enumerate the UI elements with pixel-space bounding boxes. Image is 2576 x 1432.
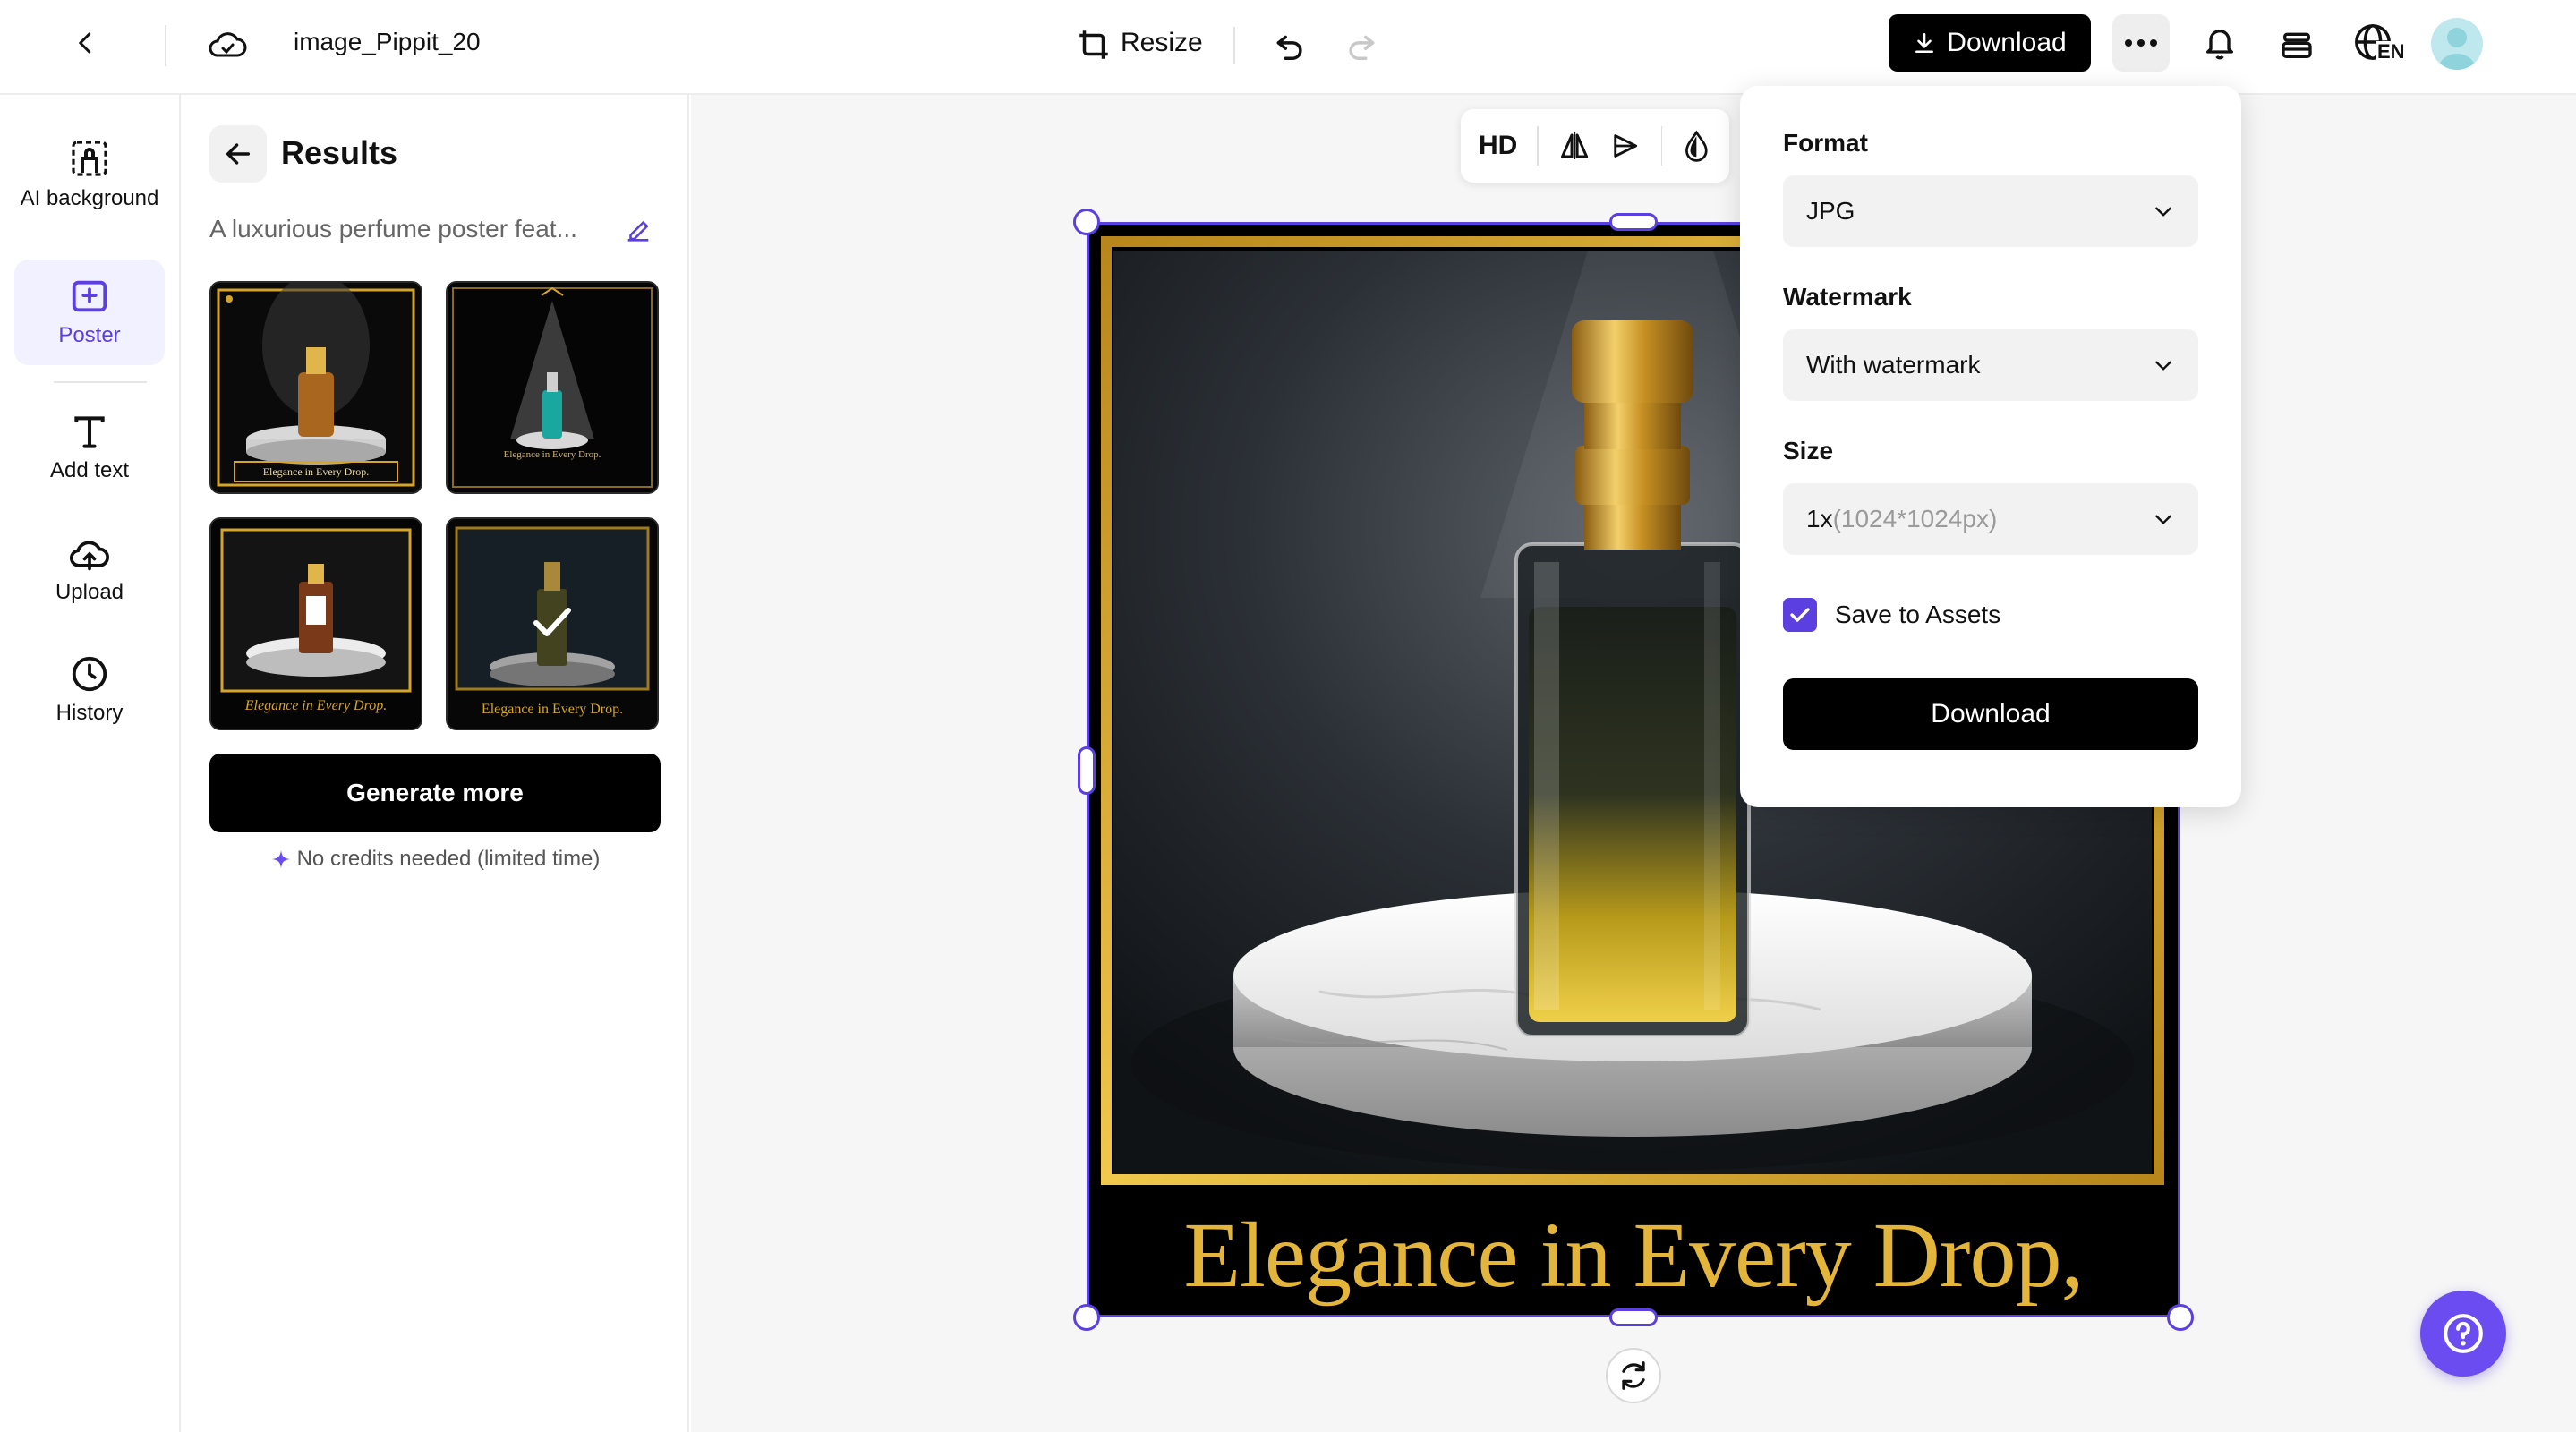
image-toolbar: HD	[1461, 109, 1729, 183]
language-code: EN	[2376, 40, 2407, 63]
arrow-left-icon	[226, 143, 251, 165]
thumbnail-caption: Elegance in Every Drop.	[262, 465, 370, 478]
rail-label: Add text	[49, 458, 130, 482]
thumbnail-caption: Elegance in Every Drop.	[244, 698, 388, 713]
generate-more-button[interactable]: Generate more	[209, 754, 661, 832]
hd-upscale-button[interactable]: HD	[1479, 131, 1517, 161]
download-label: Download	[1947, 28, 2067, 57]
rail-label: History	[55, 701, 124, 725]
divider	[165, 25, 166, 66]
left-tool-rail: AI background Poster Add text Upload His…	[0, 95, 181, 1432]
edit-pencil-icon[interactable]	[623, 215, 653, 245]
chevron-down-icon	[2155, 515, 2171, 524]
divider	[1537, 126, 1540, 166]
thumbnail-caption: Elegance in Every Drop.	[481, 702, 624, 717]
clock-icon	[72, 656, 107, 692]
resize-icon[interactable]	[1070, 23, 1117, 66]
result-thumbnail-2[interactable]: Elegance in Every Drop.	[446, 281, 659, 494]
more-options-icon[interactable]	[2112, 14, 2170, 72]
file-name[interactable]: image_Pippit_20	[294, 28, 481, 56]
selected-check-icon	[533, 608, 571, 636]
back-chevron-icon[interactable]	[64, 21, 107, 64]
poster-headline[interactable]: Elegance in Every Drop,	[1087, 1206, 2180, 1305]
rail-label: Upload	[55, 580, 124, 604]
resize-handle-bottom[interactable]	[1609, 1308, 1658, 1326]
checkmark-icon	[1790, 608, 1810, 622]
rail-label: AI background	[20, 186, 159, 210]
result-thumbnail-3[interactable]: Elegance in Every Drop.	[209, 517, 422, 730]
notification-bell-icon[interactable]	[2196, 20, 2243, 66]
watermark-value: With watermark	[1806, 351, 1981, 379]
results-title: Results	[281, 134, 398, 171]
credits-note-text: No credits needed (limited time)	[296, 847, 601, 871]
watermark-label: Watermark	[1783, 283, 1912, 311]
resize-button[interactable]: Resize	[1121, 28, 1203, 58]
results-back-button[interactable]	[209, 125, 267, 183]
results-panel: Results A luxurious perfume poster feat.…	[181, 95, 689, 1432]
language-switcher[interactable]: EN	[2352, 18, 2410, 72]
size-value: 1x	[1806, 505, 1833, 533]
avatar[interactable]	[2431, 18, 2483, 70]
save-to-assets-option[interactable]: Save to Assets	[1783, 598, 2000, 632]
credits-note: No credits needed (limited time)	[209, 847, 661, 872]
resize-handle-top[interactable]	[1609, 213, 1658, 231]
poster-icon	[72, 280, 107, 312]
upload-cloud-icon	[69, 541, 109, 571]
help-question-icon	[2444, 1314, 2483, 1353]
rail-item-ai-background[interactable]: AI background	[14, 122, 165, 227]
rail-item-upload[interactable]: Upload	[14, 517, 165, 623]
resize-handle-top-left[interactable]	[1073, 209, 1100, 235]
rail-divider	[54, 381, 147, 383]
resize-handle-bottom-right[interactable]	[2167, 1304, 2194, 1331]
rotate-handle[interactable]	[1606, 1348, 1661, 1403]
rail-item-poster[interactable]: Poster	[14, 260, 165, 365]
top-bar: image_Pippit_20 Resize Download EN	[0, 0, 2576, 95]
layers-icon[interactable]	[2273, 21, 2320, 68]
size-detail: (1024*1024px)	[1832, 505, 1998, 533]
format-value: JPG	[1806, 197, 1855, 225]
prompt-text: A luxurious perfume poster feat...	[209, 215, 577, 243]
ai-background-icon	[72, 141, 107, 176]
format-select[interactable]: JPG	[1783, 175, 2198, 247]
flip-vertical-icon[interactable]	[1610, 128, 1641, 164]
undo-icon[interactable]	[1267, 23, 1312, 68]
download-button[interactable]: Download	[1889, 14, 2091, 72]
flip-horizontal-icon[interactable]	[1558, 128, 1591, 164]
download-options-panel: Format JPG Watermark With watermark Size…	[1740, 86, 2241, 807]
resize-handle-left[interactable]	[1078, 746, 1096, 795]
help-button[interactable]	[2420, 1291, 2506, 1377]
opacity-drop-icon[interactable]	[1682, 128, 1711, 164]
text-icon	[74, 416, 105, 448]
rail-label: Poster	[58, 323, 121, 347]
watermark-select[interactable]: With watermark	[1783, 329, 2198, 401]
sparkle-icon	[271, 850, 290, 868]
divider	[1660, 126, 1663, 166]
download-confirm-button[interactable]: Download	[1783, 678, 2198, 750]
thumbnail-caption: Elegance in Every Drop.	[503, 449, 601, 460]
redo-icon[interactable]	[1339, 23, 1384, 68]
cloud-sync-icon[interactable]	[202, 21, 252, 68]
save-to-assets-label: Save to Assets	[1835, 601, 2001, 628]
save-to-assets-checkbox[interactable]	[1783, 598, 1817, 632]
chevron-down-icon	[2155, 361, 2171, 371]
chevron-down-icon	[2155, 207, 2171, 217]
result-thumbnail-1[interactable]: Elegance in Every Drop.	[209, 281, 422, 494]
rail-item-add-text[interactable]: Add text	[14, 396, 165, 501]
format-label: Format	[1783, 129, 1868, 157]
result-thumbnail-4-selected[interactable]: Elegance in Every Drop.	[446, 517, 659, 730]
rail-item-history[interactable]: History	[14, 637, 165, 743]
resize-handle-bottom-left[interactable]	[1073, 1304, 1100, 1331]
divider	[1233, 27, 1235, 64]
rotate-icon	[1622, 1361, 1645, 1390]
download-icon	[1915, 32, 1934, 54]
size-label: Size	[1783, 437, 1834, 465]
size-select[interactable]: 1x(1024*1024px)	[1783, 483, 2198, 555]
